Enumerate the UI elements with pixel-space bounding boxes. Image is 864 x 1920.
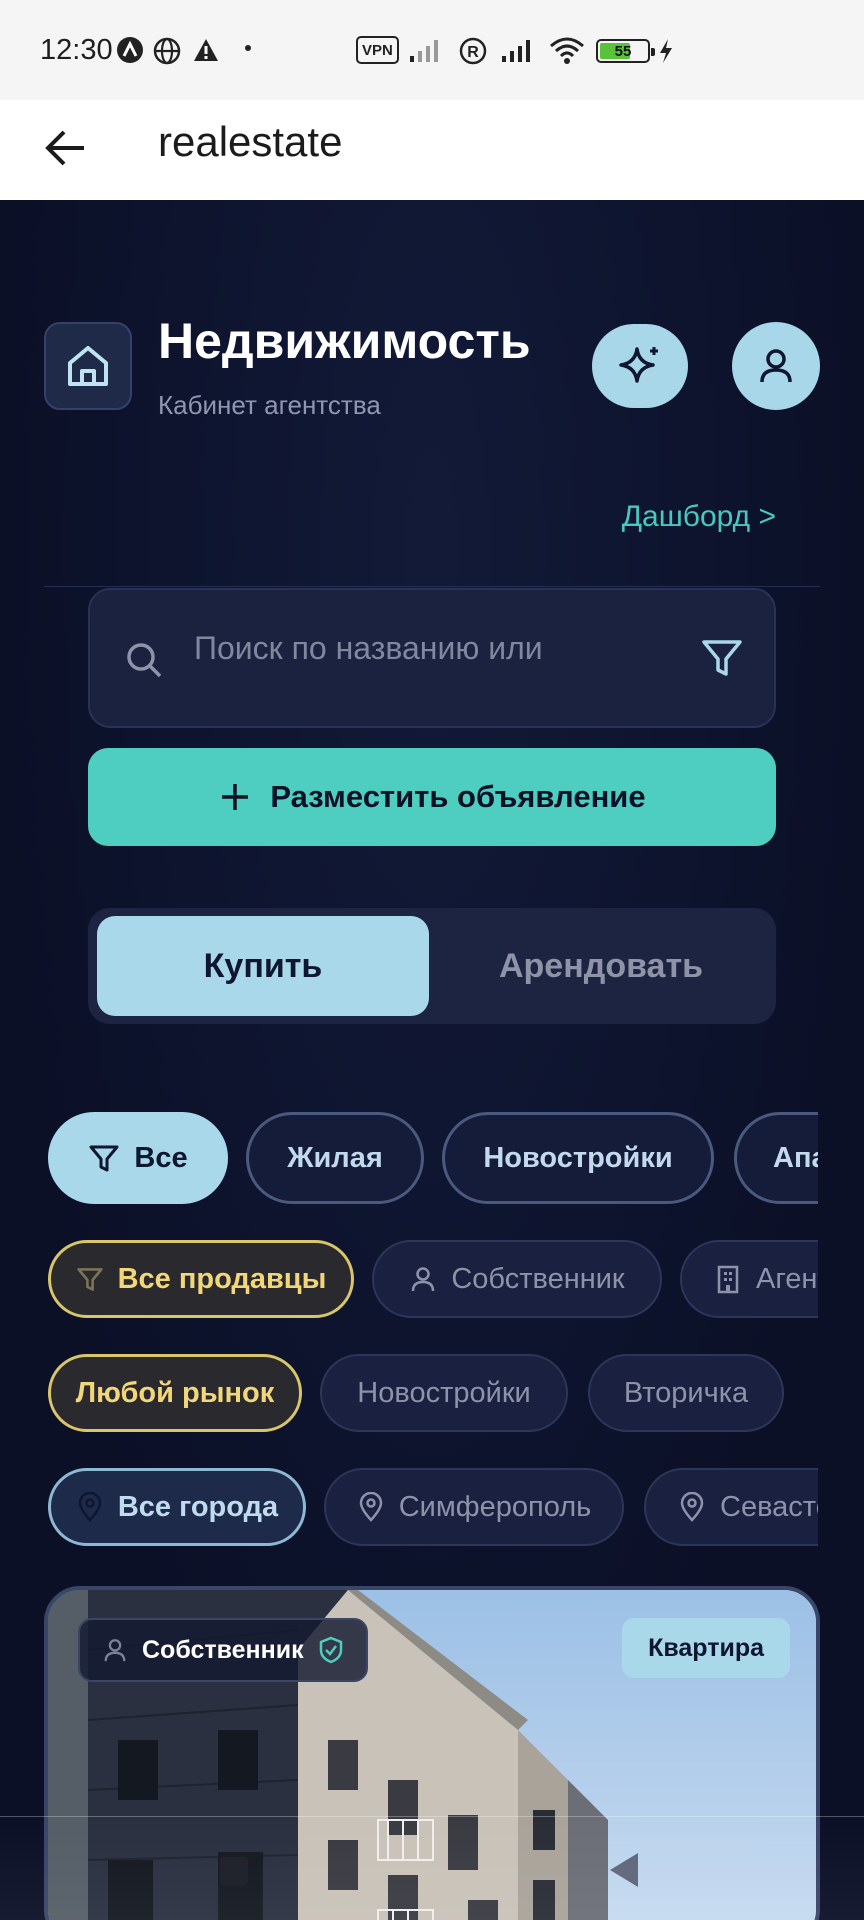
- chip-type-residential[interactable]: Жилая: [246, 1112, 424, 1204]
- profile-button[interactable]: [732, 322, 820, 410]
- property-type-label: Квартира: [648, 1633, 764, 1662]
- chip-market-secondary[interactable]: Вторичка: [588, 1354, 784, 1432]
- chip-city-simferopol[interactable]: Симферополь: [324, 1468, 624, 1546]
- dot-icon: [245, 45, 251, 51]
- user-icon: [104, 1639, 126, 1662]
- chip-seller-all[interactable]: Все продавцы: [48, 1240, 354, 1318]
- app-title: realestate: [158, 118, 343, 165]
- property-type-badge: Квартира: [622, 1618, 790, 1678]
- chip-label: Все: [134, 1141, 188, 1174]
- status-bar: 12:30 VPN R 55: [0, 0, 864, 100]
- filter-icon: [76, 1268, 103, 1291]
- page-title: Недвижимость: [158, 313, 531, 369]
- wifi-icon: [550, 37, 584, 64]
- search-icon: [127, 643, 162, 678]
- chip-label: Новостройки: [483, 1141, 673, 1174]
- filter-icon[interactable]: [700, 636, 744, 680]
- tab-rent[interactable]: Арендовать: [435, 916, 767, 1016]
- chip-label: Апартаменты: [773, 1141, 818, 1174]
- ai-assistant-button[interactable]: [592, 324, 688, 408]
- signal-weak-icon: [410, 40, 438, 62]
- svg-text:R: R: [467, 44, 479, 61]
- battery-level: 55: [614, 42, 632, 60]
- chip-market-new[interactable]: Новостройки: [320, 1354, 568, 1432]
- location-pin-icon: [359, 1492, 382, 1522]
- battery-icon: 55: [596, 39, 655, 63]
- chip-type-all[interactable]: Все: [48, 1112, 228, 1204]
- chip-city-sevastopol[interactable]: Севастополь: [644, 1468, 818, 1546]
- chip-label: Агентство: [756, 1262, 818, 1295]
- chip-label: Все продавцы: [117, 1262, 327, 1295]
- chip-label: Жилая: [287, 1141, 383, 1174]
- chip-label: Севастополь: [720, 1490, 818, 1523]
- system-nav-bar: [0, 1816, 864, 1920]
- charging-icon: [660, 39, 672, 63]
- post-listing-label: Разместить объявление: [270, 779, 646, 814]
- property-type-filters: Все Жилая Новостройки Апартаменты: [48, 1112, 818, 1204]
- chip-seller-owner[interactable]: Собственник: [372, 1240, 662, 1318]
- vpn-badge: VPN: [356, 36, 399, 64]
- divider: [44, 586, 820, 587]
- warning-icon: [194, 39, 218, 61]
- chip-city-all[interactable]: Все города: [48, 1468, 306, 1546]
- owner-badge-label: Собственник: [142, 1635, 304, 1664]
- market-filters: Любой рынок Новостройки Вторичка: [48, 1354, 818, 1432]
- chip-seller-agency[interactable]: Агентство: [680, 1240, 818, 1318]
- back-arrow-icon[interactable]: [40, 122, 92, 174]
- location-pin-icon: [680, 1492, 704, 1522]
- chip-label: Новостройки: [357, 1376, 531, 1409]
- system-back-button[interactable]: [610, 1853, 638, 1887]
- chip-label: Собственник: [451, 1262, 625, 1295]
- building-icon: [717, 1265, 739, 1294]
- chip-label: Симферополь: [398, 1490, 592, 1523]
- filter-icon: [89, 1145, 119, 1172]
- location-pin-icon: [78, 1492, 102, 1522]
- plus-icon: [222, 784, 249, 810]
- home-logo: [44, 322, 132, 410]
- recents-button[interactable]: [220, 1857, 248, 1885]
- deal-type-toggle: Купить Арендовать: [88, 908, 776, 1024]
- app-notification-icon: [117, 37, 143, 63]
- globe-icon: [153, 37, 181, 65]
- dashboard-link[interactable]: Дашборд >: [622, 500, 776, 534]
- main-content: Недвижимость Кабинет агентства Дашборд >…: [0, 200, 864, 1920]
- chip-label: Любой рынок: [75, 1376, 275, 1409]
- user-icon: [760, 349, 792, 383]
- page-subtitle: Кабинет агентства: [158, 390, 381, 420]
- seller-filters: Все продавцы Собственник Агентство: [48, 1240, 818, 1318]
- search-placeholder: Поиск по названию или: [194, 630, 543, 666]
- tab-buy[interactable]: Купить: [97, 916, 429, 1016]
- chip-label: Вторичка: [623, 1376, 749, 1409]
- chip-market-any[interactable]: Любой рынок: [48, 1354, 302, 1432]
- city-filters: Все города Симферополь Севастополь: [48, 1468, 818, 1546]
- home-icon: [68, 346, 108, 386]
- user-icon: [412, 1267, 435, 1292]
- verified-shield-icon: [319, 1636, 342, 1664]
- chip-type-new-buildings[interactable]: Новостройки: [442, 1112, 714, 1204]
- owner-badge: Собственник: [78, 1618, 368, 1682]
- app-bar: realestate: [0, 100, 864, 200]
- status-time: 12:30: [40, 34, 113, 66]
- roaming-icon: R: [459, 37, 487, 65]
- search-input[interactable]: Поиск по названию или: [88, 588, 776, 728]
- sparkle-icon: [619, 347, 658, 383]
- chip-type-apartments[interactable]: Апартаменты: [734, 1112, 818, 1204]
- chip-label: Все города: [117, 1490, 279, 1523]
- post-listing-button[interactable]: Разместить объявление: [88, 748, 776, 846]
- signal-strong-icon: [502, 40, 530, 62]
